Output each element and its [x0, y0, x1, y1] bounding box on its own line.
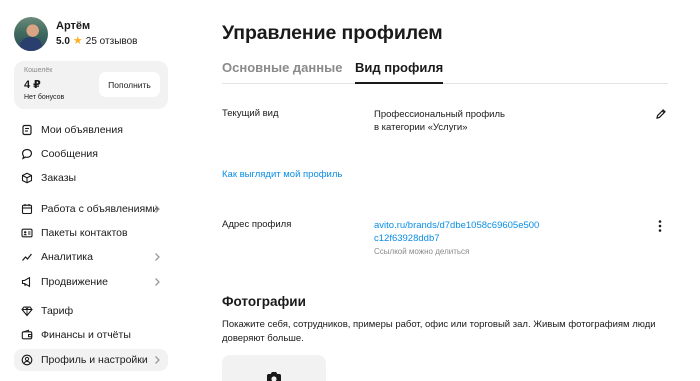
- avatar[interactable]: [14, 17, 48, 51]
- user-name[interactable]: Артём: [56, 20, 90, 32]
- sidebar-item-label: Тариф: [41, 305, 74, 317]
- current-view-line1: Профессиональный профиль: [374, 109, 505, 120]
- chevron-right-icon: [155, 356, 160, 364]
- sidebar-item-label: Продвижение: [41, 276, 108, 288]
- sidebar-item-analytics[interactable]: Аналитика: [14, 246, 168, 268]
- sidebar-item-listing-work[interactable]: Работа с объявлениями: [14, 198, 168, 220]
- tab-basic-data[interactable]: Основные данные: [222, 60, 342, 82]
- user-icon: [21, 354, 33, 366]
- tabs: Основные данные Вид профиля: [222, 60, 668, 84]
- profile-url-line2: c12f63928ddb7: [374, 233, 440, 244]
- sidebar-item-finance[interactable]: Финансы и отчёты: [14, 324, 168, 346]
- chevron-right-icon: [155, 278, 160, 286]
- sidebar-item-label: Работа с объявлениями: [41, 203, 159, 215]
- sidebar-item-label: Финансы и отчёты: [41, 329, 131, 341]
- sidebar-item-label: Заказы: [41, 172, 77, 184]
- current-view-label: Текущий вид: [222, 108, 279, 119]
- photos-description: Покажите себя, сотрудников, примеры рабо…: [222, 319, 656, 344]
- profile-url-line1: avito.ru/brands/d7dbe1058c69605e500: [374, 220, 540, 231]
- wallet-bonus: Нет бонусов: [24, 94, 65, 101]
- diamond-icon: [21, 305, 33, 317]
- megaphone-icon: [21, 276, 33, 288]
- box-icon: [21, 172, 33, 184]
- user-rating[interactable]: 5.0 ★ 25 отзывов: [56, 35, 138, 48]
- profile-preview-link[interactable]: Как выглядит мой профиль: [222, 169, 342, 180]
- address-label: Адрес профиля: [222, 219, 292, 230]
- listings-icon: [21, 124, 33, 136]
- sidebar-item-label: Профиль и настройки: [41, 354, 148, 366]
- photo-upload-button[interactable]: [222, 355, 326, 381]
- current-view-value: Профессиональный профиль в категории «Ус…: [374, 108, 505, 134]
- sidebar-item-label: Мои объявления: [41, 124, 123, 136]
- main-content: Управление профилем Основные данные Вид …: [222, 0, 668, 381]
- chart-icon: [21, 251, 33, 263]
- calendar-icon: [21, 203, 33, 215]
- photos-section-title: Фотографии: [222, 294, 306, 309]
- wallet-amount: 4 ₽: [24, 79, 41, 91]
- sidebar-item-label: Пакеты контактов: [41, 227, 128, 239]
- sidebar-item-contact-packages[interactable]: Пакеты контактов: [14, 222, 168, 244]
- reviews-count: 25 отзывов: [85, 36, 138, 47]
- sidebar: Артём 5.0 ★ 25 отзывов Кошелёк 4 ₽ Нет б…: [0, 0, 180, 381]
- profile-url-link[interactable]: avito.ru/brands/d7dbe1058c69605e500 c12f…: [374, 219, 539, 245]
- star-icon: ★: [72, 35, 83, 47]
- sidebar-item-orders[interactable]: Заказы: [14, 167, 168, 189]
- topup-button[interactable]: Пополнить: [99, 72, 160, 97]
- wallet-icon: [21, 329, 33, 341]
- sidebar-item-messages[interactable]: Сообщения: [14, 143, 168, 165]
- chevron-right-icon: [155, 253, 160, 261]
- pencil-icon[interactable]: [655, 108, 667, 120]
- rating-score: 5.0: [56, 36, 70, 47]
- sidebar-item-profile-settings[interactable]: Профиль и настройки: [14, 349, 168, 371]
- chevron-right-icon: [155, 205, 160, 213]
- sidebar-item-label: Аналитика: [41, 251, 93, 263]
- wallet-label: Кошелёк: [24, 67, 53, 74]
- wallet-card: Кошелёк 4 ₽ Нет бонусов Пополнить: [14, 61, 168, 109]
- page-title: Управление профилем: [222, 22, 443, 44]
- share-hint: Ссылкой можно делиться: [374, 247, 470, 256]
- chat-icon: [21, 148, 33, 160]
- tab-profile-view[interactable]: Вид профиля: [355, 60, 444, 84]
- current-view-line2: в категории «Услуги»: [374, 122, 468, 133]
- sidebar-item-promotion[interactable]: Продвижение: [14, 271, 168, 293]
- sidebar-item-tariff[interactable]: Тариф: [14, 300, 168, 322]
- user-card[interactable]: Артём 5.0 ★ 25 отзывов: [14, 17, 174, 51]
- sidebar-item-label: Сообщения: [41, 148, 98, 160]
- camera-icon: [267, 372, 281, 381]
- more-vertical-icon[interactable]: [656, 219, 664, 233]
- contacts-card-icon: [21, 227, 33, 239]
- sidebar-item-my-listings[interactable]: Мои объявления: [14, 119, 168, 141]
